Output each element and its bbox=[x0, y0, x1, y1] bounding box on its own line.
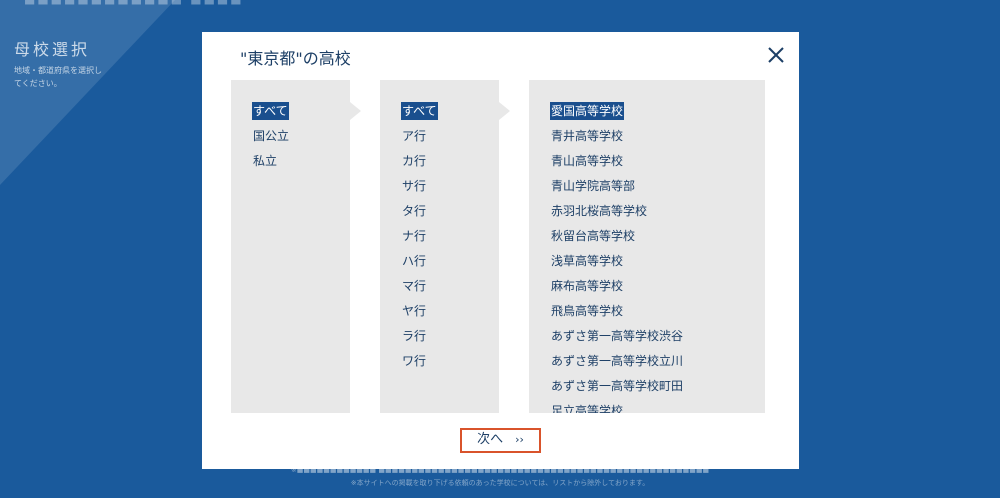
kana-group-list: すべてア行カ行サ行タ行ナ行ハ行マ行ヤ行ラ行ワ行 bbox=[401, 100, 438, 375]
kana-group-item[interactable]: ハ行 bbox=[401, 250, 438, 275]
kana-group-item-label: マ行 bbox=[402, 279, 427, 293]
kana-group-item[interactable]: サ行 bbox=[401, 175, 438, 200]
school-type-item[interactable]: 私立 bbox=[252, 150, 290, 175]
school-select-modal: "東京都"の高校 すべて国公立私立 すべてア行カ行サ行タ行ナ行ハ行マ行ヤ行ラ行ワ… bbox=[202, 32, 799, 469]
kana-group-item[interactable]: ア行 bbox=[401, 125, 438, 150]
school-item[interactable]: あずさ第一高等学校町田 bbox=[550, 375, 684, 400]
school-item-label: あずさ第一高等学校立川 bbox=[551, 354, 684, 368]
kana-group-item[interactable]: ラ行 bbox=[401, 325, 438, 350]
background-decoration bbox=[0, 0, 175, 185]
kana-group-item[interactable]: ヤ行 bbox=[401, 300, 438, 325]
background-header-text: ■■■■■■■■■■■■ ■■■■ bbox=[24, 0, 244, 6]
school-item-label: 麻布高等学校 bbox=[551, 279, 624, 293]
kana-group-item-label: タ行 bbox=[402, 204, 427, 218]
school-item-label: 赤羽北桜高等学校 bbox=[551, 204, 648, 218]
school-item[interactable]: 青井高等学校 bbox=[550, 125, 684, 150]
school-type-item-label: 国公立 bbox=[253, 129, 290, 143]
school-item[interactable]: 浅草高等学校 bbox=[550, 250, 684, 275]
school-item-label: 青山学院高等部 bbox=[551, 179, 636, 193]
school-item-label: 秋留台高等学校 bbox=[551, 229, 636, 243]
school-item[interactable]: 秋留台高等学校 bbox=[550, 225, 684, 250]
background-page-subtitle: 地域・都道府県を選択してください。 bbox=[14, 66, 102, 88]
kana-group-item[interactable]: ナ行 bbox=[401, 225, 438, 250]
school-item[interactable]: 赤羽北桜高等学校 bbox=[550, 200, 684, 225]
close-icon bbox=[768, 47, 784, 63]
kana-group-item-label: ラ行 bbox=[402, 329, 427, 343]
kana-group-item[interactable]: ワ行 bbox=[401, 350, 438, 375]
school-type-item[interactable]: すべて bbox=[252, 100, 290, 125]
school-item-label: 青井高等学校 bbox=[551, 129, 624, 143]
kana-group-item[interactable]: タ行 bbox=[401, 200, 438, 225]
school-type-item-label: すべて bbox=[252, 102, 289, 120]
chevron-right-icon: ›› bbox=[515, 433, 524, 446]
school-item[interactable]: あずさ第一高等学校渋谷 bbox=[550, 325, 684, 350]
school-type-list: すべて 国公立 私立 bbox=[252, 100, 290, 175]
school-item-label: あずさ第一高等学校渋谷 bbox=[551, 329, 684, 343]
school-item[interactable]: 飛鳥高等学校 bbox=[550, 300, 684, 325]
kana-group-item[interactable]: すべて bbox=[401, 100, 438, 125]
kana-group-item-label: ナ行 bbox=[402, 229, 427, 243]
school-item-label: 飛鳥高等学校 bbox=[551, 304, 624, 318]
school-item-label: 足立高等学校 bbox=[551, 404, 624, 413]
school-item[interactable]: 愛国高等学校 bbox=[550, 100, 684, 125]
school-item-label: あずさ第一高等学校町田 bbox=[551, 379, 684, 393]
school-item-label: 愛国高等学校 bbox=[550, 102, 625, 120]
school-item[interactable]: 青山高等学校 bbox=[550, 150, 684, 175]
kana-group-item[interactable]: マ行 bbox=[401, 275, 438, 300]
school-item-label: 青山高等学校 bbox=[551, 154, 624, 168]
background-footer-note-2: ※本サイトへの掲載を取り下げる依頼のあった学校については、リストから除外しており… bbox=[350, 479, 650, 487]
school-type-column: すべて 国公立 私立 bbox=[231, 80, 350, 413]
school-type-item-label: 私立 bbox=[253, 154, 278, 168]
school-type-item[interactable]: 国公立 bbox=[252, 125, 290, 150]
background-page-title: 母校選択 bbox=[14, 40, 91, 59]
school-item[interactable]: あずさ第一高等学校立川 bbox=[550, 350, 684, 375]
kana-group-item-label: ハ行 bbox=[402, 254, 427, 268]
column-arrow-icon bbox=[350, 102, 361, 120]
close-button[interactable] bbox=[765, 44, 787, 66]
school-item-label: 浅草高等学校 bbox=[551, 254, 624, 268]
school-name-list: 愛国高等学校青井高等学校 青山高等学校 青山学院高等部 赤羽北桜高等学校 秋留台高等学校… bbox=[550, 100, 684, 413]
kana-group-item-label: カ行 bbox=[402, 154, 427, 168]
kana-group-column: すべてア行カ行サ行タ行ナ行ハ行マ行ヤ行ラ行ワ行 bbox=[380, 80, 499, 413]
kana-group-item[interactable]: カ行 bbox=[401, 150, 438, 175]
kana-group-item-label: ワ行 bbox=[402, 354, 427, 368]
modal-title: "東京都"の高校 bbox=[240, 49, 351, 68]
next-button[interactable]: 次へ ›› bbox=[460, 428, 541, 453]
school-item[interactable]: 麻布高等学校 bbox=[550, 275, 684, 300]
next-button-label: 次へ bbox=[477, 432, 504, 447]
kana-group-item-label: サ行 bbox=[402, 179, 427, 193]
kana-group-item-label: すべて bbox=[401, 102, 438, 120]
school-name-column: 愛国高等学校青井高等学校 青山高等学校 青山学院高等部 赤羽北桜高等学校 秋留台高等学校… bbox=[529, 80, 765, 413]
column-arrow-icon bbox=[499, 102, 510, 120]
school-item[interactable]: 足立高等学校 bbox=[550, 400, 684, 413]
school-item[interactable]: 青山学院高等部 bbox=[550, 175, 684, 200]
kana-group-item-label: ア行 bbox=[402, 129, 427, 143]
kana-group-item-label: ヤ行 bbox=[402, 304, 427, 318]
